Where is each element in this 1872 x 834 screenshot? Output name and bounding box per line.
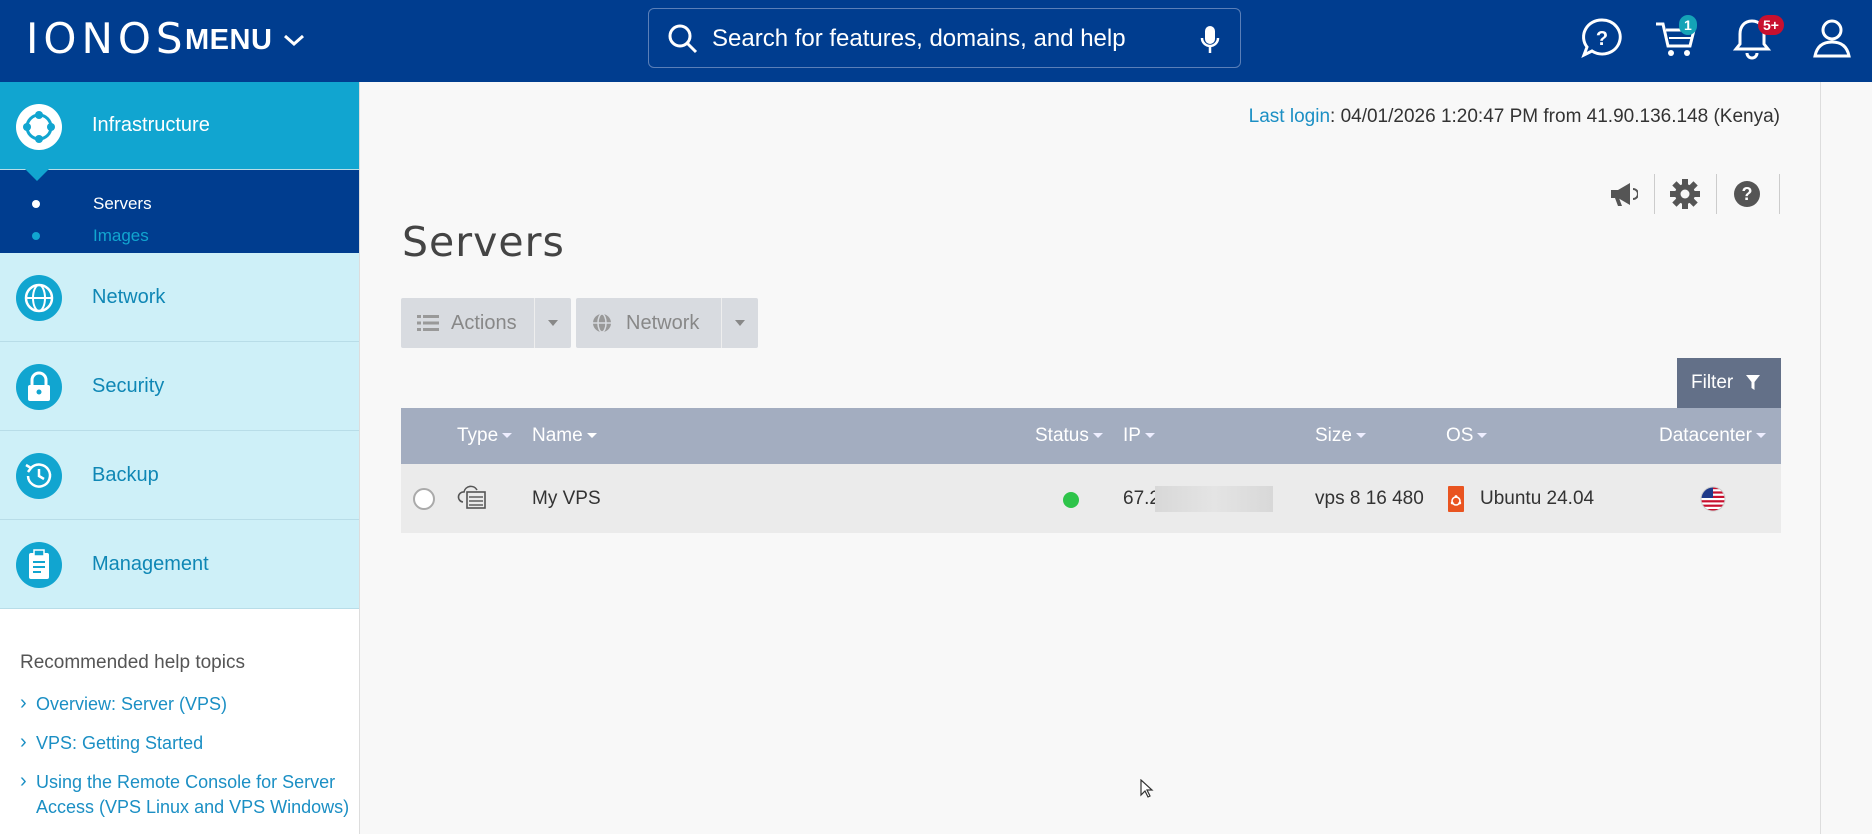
caret-down-icon <box>735 320 745 326</box>
column-header-size[interactable]: Size <box>1315 408 1366 464</box>
sidebar-item-label: Infrastructure <box>92 114 210 136</box>
sidebar-item-backup[interactable]: Backup <box>0 431 359 520</box>
help-topics-title: Recommended help topics <box>20 652 245 673</box>
network-button[interactable]: Network <box>576 298 721 348</box>
help-chat-icon[interactable]: ? <box>1580 16 1624 60</box>
chevron-down-icon <box>284 34 305 47</box>
sidebar-item-network[interactable]: Network <box>0 253 359 342</box>
infrastructure-icon <box>16 104 62 150</box>
table-header: Type Name Status IP Size OS Datacenter <box>401 408 1781 464</box>
actions-label: Actions <box>451 311 517 334</box>
column-header-type[interactable]: Type <box>457 408 513 464</box>
search-icon <box>668 24 698 54</box>
column-header-status[interactable]: Status <box>1035 408 1103 464</box>
sidebar-item-infrastructure[interactable]: Infrastructure <box>0 82 359 181</box>
ionos-logo[interactable]: IONOS <box>26 14 188 63</box>
column-header-name[interactable]: Name <box>532 408 597 464</box>
svg-text:?: ? <box>1596 28 1608 50</box>
last-login: Last login: 04/01/2026 1:20:47 PM from 4… <box>1249 106 1780 128</box>
menu-label: MENU <box>185 23 273 56</box>
search-input[interactable]: Search for features, domains, and help <box>712 9 1126 69</box>
sidebar-subitem-images[interactable]: Images <box>0 220 359 252</box>
network-caret-button[interactable] <box>721 298 758 348</box>
server-name[interactable]: My VPS <box>532 464 601 533</box>
server-os: Ubuntu 24.04 <box>1480 488 1595 509</box>
top-bar: IONOS MENU Search for features, domains,… <box>0 0 1872 82</box>
sidebar: Infrastructure Servers Images Network Se… <box>0 82 360 834</box>
network-globe-icon <box>593 313 611 333</box>
sidebar-item-label: Network <box>92 285 166 308</box>
announcements-megaphone-icon[interactable] <box>1599 174 1647 214</box>
clipboard-icon <box>16 542 62 588</box>
table-row[interactable]: My VPS 67.2 vps 8 16 480 Ubuntu 24.04 <box>401 464 1781 533</box>
filter-label: Filter <box>1691 372 1734 393</box>
divider <box>1779 174 1780 214</box>
column-header-ip[interactable]: IP <box>1123 408 1155 464</box>
caret-down-icon <box>548 320 558 326</box>
main-content: Last login: 04/01/2026 1:20:47 PM from 4… <box>361 82 1821 834</box>
sidebar-item-label: Security <box>92 374 165 397</box>
row-select-radio[interactable] <box>413 488 435 510</box>
sidebar-item-security[interactable]: Security <box>0 342 359 431</box>
sidebar-item-label: Management <box>92 552 209 575</box>
help-link[interactable]: Overview: Server (VPS) <box>20 691 350 717</box>
server-size: vps 8 16 480 <box>1315 488 1424 509</box>
divider <box>1654 174 1655 214</box>
sidebar-item-management[interactable]: Management <box>0 520 359 609</box>
help-topics: Recommended help topics Overview: Server… <box>20 652 350 834</box>
last-login-value: : 04/01/2026 1:20:47 PM from 41.90.136.1… <box>1330 106 1780 127</box>
ip-redaction-blur <box>1155 486 1273 512</box>
page-title: Servers <box>402 218 565 266</box>
user-account-icon[interactable] <box>1810 16 1854 60</box>
lock-icon <box>16 364 62 410</box>
globe-icon <box>16 275 62 321</box>
network-label: Network <box>626 311 700 334</box>
sidebar-subnav: Servers Images <box>0 170 359 253</box>
help-link[interactable]: VPS: Getting Started <box>20 730 350 756</box>
active-dot-icon <box>32 200 40 208</box>
sidebar-item-label: Backup <box>92 463 159 486</box>
divider <box>1716 174 1717 214</box>
actions-caret-button[interactable] <box>534 298 571 348</box>
microphone-icon[interactable] <box>1200 25 1220 55</box>
notifications-badge: 5+ <box>1758 15 1784 35</box>
dot-icon <box>32 232 40 240</box>
search-bar[interactable]: Search for features, domains, and help <box>648 8 1241 68</box>
network-dropdown: Network <box>576 298 758 348</box>
servers-table: Type Name Status IP Size OS Datacenter M… <box>401 408 1781 533</box>
mouse-cursor-icon <box>1140 778 1154 804</box>
ubuntu-logo-icon <box>1448 486 1464 512</box>
column-header-datacenter[interactable]: Datacenter <box>1659 408 1766 464</box>
help-question-icon[interactable]: ? <box>1723 174 1771 214</box>
help-link[interactable]: Using the Remote Console for Server Acce… <box>20 769 350 820</box>
cart-badge: 1 <box>1679 15 1697 35</box>
sidebar-subitem-label: Servers <box>93 194 152 213</box>
sidebar-subitem-servers[interactable]: Servers <box>0 188 359 220</box>
cloud-server-icon <box>457 484 487 514</box>
svg-text:?: ? <box>1742 184 1753 204</box>
divider <box>1820 82 1821 834</box>
filter-button[interactable]: Filter <box>1677 358 1781 408</box>
column-header-os[interactable]: OS <box>1446 408 1488 464</box>
actions-button[interactable]: Actions <box>401 298 534 348</box>
us-flag-icon <box>1700 486 1726 512</box>
backup-clock-icon <box>16 453 62 499</box>
last-login-link[interactable]: Last login <box>1249 106 1330 127</box>
menu-button[interactable]: MENU <box>185 20 306 60</box>
sidebar-subitem-label: Images <box>93 226 149 245</box>
list-icon <box>417 315 439 331</box>
funnel-icon <box>1746 375 1761 390</box>
status-running-indicator <box>1063 492 1079 508</box>
settings-gear-icon[interactable] <box>1661 174 1709 214</box>
actions-dropdown: Actions <box>401 298 571 348</box>
